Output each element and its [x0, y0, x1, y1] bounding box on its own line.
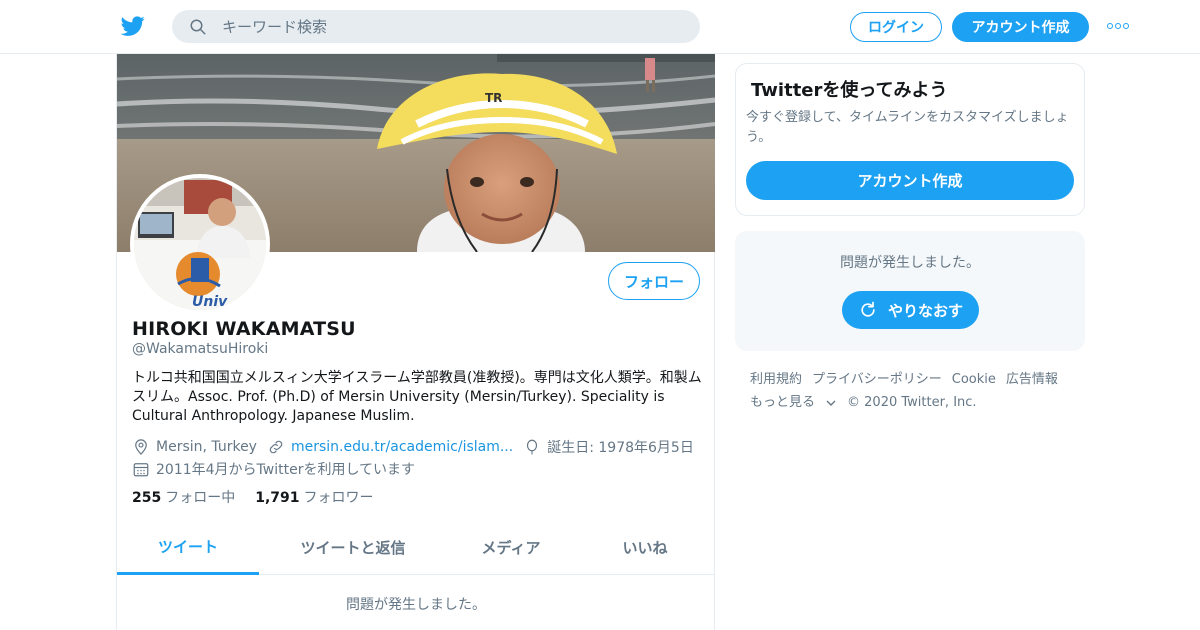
- footer-link-cookie[interactable]: Cookie: [952, 372, 996, 387]
- footer-link-privacy[interactable]: プライバシーポリシー: [812, 372, 942, 387]
- top-navigation-bar: ログイン アカウント作成: [0, 0, 1200, 54]
- profile-name: HIROKI WAKAMATSU: [132, 318, 356, 340]
- birthday-text: 誕生日: 1978年6月5日: [547, 440, 694, 456]
- footer-link-terms[interactable]: 利用規約: [750, 372, 802, 387]
- profile-column: TR Univ フォロー HIROKI WAKAMATSU @Wakamatsu…: [116, 54, 715, 630]
- location-icon: [135, 439, 147, 455]
- profile-joined: 2011年4月からTwitterを利用しています: [132, 459, 415, 479]
- signup-card: Twitterを使ってみよう 今すぐ登録して、タイムラインをカスタマイズしましょ…: [735, 63, 1085, 216]
- profile-birthday: 誕生日: 1978年6月5日: [523, 437, 694, 457]
- following-stat[interactable]: 255 フォロー中: [132, 487, 235, 507]
- chevron-down-icon: [826, 400, 836, 406]
- retry-label: やりなおす: [887, 301, 963, 320]
- svg-text:Univ: Univ: [192, 294, 228, 310]
- signup-card-button[interactable]: アカウント作成: [746, 161, 1074, 200]
- search-box[interactable]: [172, 10, 700, 43]
- followers-stat[interactable]: 1,791 フォロワー: [255, 487, 373, 507]
- login-button[interactable]: ログイン: [850, 12, 942, 42]
- footer-more-link[interactable]: もっと見る: [750, 391, 837, 414]
- profile-tabs: ツイート ツイートと返信 メディア いいね: [117, 520, 715, 575]
- search-input[interactable]: [222, 10, 682, 43]
- sidebar-error-card: 問題が発生しました。 やりなおす: [735, 231, 1085, 351]
- tab-media[interactable]: メディア: [447, 520, 575, 574]
- balloon-icon: [527, 439, 538, 455]
- footer-more-label: もっと見る: [750, 395, 816, 410]
- link-icon: [269, 440, 283, 454]
- profile-bio: トルコ共和国国立メルスィン大学イスラーム学部教員(准教授)。専門は文化人類学。和…: [132, 370, 702, 424]
- footer: 利用規約 プライバシーポリシー Cookie 広告情報 もっと見る © 2020 Twi…: [750, 368, 1090, 414]
- footer-copyright: © 2020 Twitter, Inc.: [847, 395, 977, 410]
- svg-text:TR: TR: [485, 91, 502, 105]
- signup-button[interactable]: アカウント作成: [952, 12, 1089, 42]
- followers-count: 1,791: [255, 490, 300, 506]
- retry-button[interactable]: やりなおす: [842, 291, 979, 329]
- website-link[interactable]: mersin.edu.tr/academic/islam...: [291, 439, 513, 455]
- profile-handle[interactable]: @WakamatsuHiroki: [132, 341, 268, 357]
- tab-tweets[interactable]: ツイート: [117, 520, 259, 575]
- location-text: Mersin, Turkey: [156, 439, 257, 455]
- tab-tweets-and-replies[interactable]: ツイートと返信: [259, 520, 447, 574]
- refresh-icon: [861, 301, 875, 317]
- signup-card-text: 今すぐ登録して、タイムラインをカスタマイズしましょう。: [746, 110, 1069, 145]
- timeline-error-message: 問題が発生しました。: [346, 597, 486, 613]
- profile-meta: Mersin, Turkey mersin.edu.tr/academic/is…: [132, 436, 702, 480]
- avatar[interactable]: Univ: [130, 174, 270, 314]
- calendar-icon: [133, 463, 149, 477]
- more-icon[interactable]: [1107, 18, 1129, 34]
- joined-text: 2011年4月からTwitterを利用しています: [156, 462, 416, 478]
- following-count: 255: [132, 490, 162, 506]
- profile-website[interactable]: mersin.edu.tr/academic/islam...: [267, 438, 513, 456]
- footer-link-ads[interactable]: 広告情報: [1006, 372, 1058, 387]
- follow-button[interactable]: フォロー: [608, 262, 700, 300]
- profile-location: Mersin, Turkey: [132, 438, 257, 456]
- twitter-bird-icon[interactable]: [120, 14, 146, 38]
- followers-label: フォロワー: [303, 490, 374, 506]
- profile-stats: 255 フォロー中 1,791 フォロワー: [132, 487, 394, 507]
- following-label: フォロー中: [165, 490, 236, 506]
- signup-card-title: Twitterを使ってみよう: [751, 80, 948, 101]
- sidebar-error-message: 問題が発生しました。: [840, 255, 980, 271]
- search-icon: [190, 19, 206, 35]
- tab-likes[interactable]: いいね: [575, 520, 715, 574]
